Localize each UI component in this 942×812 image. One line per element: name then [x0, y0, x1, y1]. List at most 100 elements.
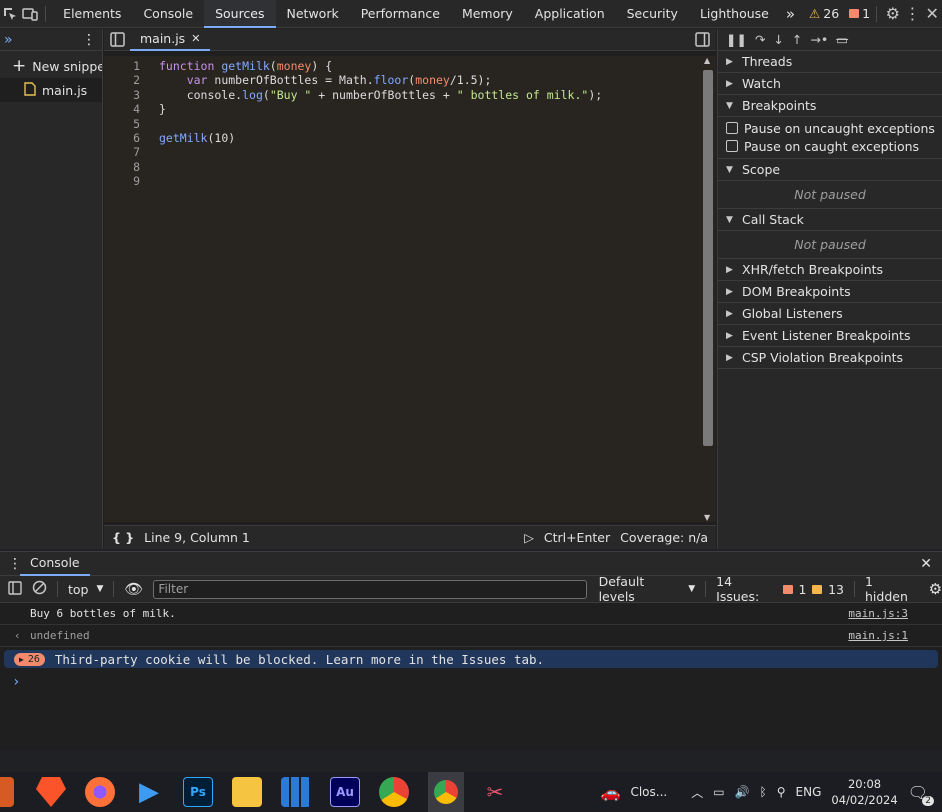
- run-snippet-icon[interactable]: ▷: [524, 530, 534, 545]
- chrome-active-icon[interactable]: [428, 772, 464, 812]
- code-line[interactable]: 4}: [104, 102, 700, 116]
- console-prompt[interactable]: ›: [0, 671, 942, 693]
- more-panels-chevron-icon[interactable]: »: [4, 32, 13, 48]
- settings-gear-icon[interactable]: ⚙: [883, 1, 903, 27]
- photoshop-icon[interactable]: Ps: [183, 777, 213, 807]
- tab-lighthouse[interactable]: Lighthouse: [689, 0, 780, 28]
- line-number[interactable]: 7: [104, 145, 144, 159]
- snippet-file-item[interactable]: main.js: [0, 78, 102, 102]
- code-line[interactable]: 7: [104, 145, 700, 159]
- closing-app-indicator[interactable]: 🚗 Clos...: [601, 783, 668, 802]
- drawer-menu-icon[interactable]: ⋮: [8, 556, 22, 572]
- line-number[interactable]: 3: [104, 88, 144, 102]
- brave-browser-icon[interactable]: [36, 777, 66, 807]
- tab-network[interactable]: Network: [276, 0, 350, 28]
- drawer-tab-console[interactable]: Console: [20, 552, 90, 576]
- debugger-section-header[interactable]: ▶ DOM Breakpoints: [718, 281, 942, 303]
- console-filter-input[interactable]: [153, 579, 587, 599]
- tab-security[interactable]: Security: [616, 0, 689, 28]
- tab-elements[interactable]: Elements: [52, 0, 132, 28]
- live-expression-eye-icon[interactable]: 👁: [124, 580, 143, 598]
- issue-message[interactable]: ▶ 26 Third-party cookie will be blocked.…: [4, 650, 938, 668]
- call-stack-section-header[interactable]: ▼ Call Stack: [718, 209, 942, 231]
- code-line[interactable]: 6 getMilk(10): [104, 131, 700, 145]
- toggle-navigator-icon[interactable]: [110, 32, 125, 50]
- step-over-icon[interactable]: ↷: [755, 32, 765, 47]
- pretty-print-icon[interactable]: { }: [112, 530, 134, 545]
- line-number[interactable]: 1: [104, 59, 144, 73]
- scroll-up-arrow-icon[interactable]: ▲: [704, 56, 710, 65]
- tab-memory[interactable]: Memory: [451, 0, 524, 28]
- source-link[interactable]: main.js:3: [848, 607, 908, 620]
- editor-scrollbar[interactable]: ▲ ▼: [700, 56, 716, 522]
- pause-uncaught-row[interactable]: Pause on uncaught exceptions: [718, 119, 942, 137]
- toggle-debugger-icon[interactable]: [695, 32, 710, 50]
- debugger-section-header[interactable]: ▶ CSP Violation Breakpoints: [718, 347, 942, 369]
- code-area[interactable]: 1 function getMilk(money) {2 var numberOf…: [104, 56, 700, 522]
- code-line[interactable]: 5: [104, 117, 700, 131]
- notifications-icon[interactable]: 🗨 2: [908, 783, 934, 806]
- battery-icon[interactable]: ▭: [713, 785, 724, 799]
- pause-uncaught-checkbox[interactable]: [726, 122, 738, 134]
- pause-caught-row[interactable]: Pause on caught exceptions: [718, 137, 942, 155]
- inspect-element-icon[interactable]: [0, 1, 20, 27]
- code-line[interactable]: 2 var numberOfBottles = Math.floor(money…: [104, 73, 700, 87]
- breakpoints-section-header[interactable]: ▼ Breakpoints: [718, 95, 942, 117]
- debugger-section-header[interactable]: ▶ Event Listener Breakpoints: [718, 325, 942, 347]
- clear-console-icon[interactable]: [32, 580, 47, 598]
- editor-file-tab[interactable]: main.js ✕: [130, 29, 211, 51]
- scroll-thumb[interactable]: [703, 70, 713, 446]
- console-settings-gear-icon[interactable]: ⚙: [929, 580, 942, 598]
- snipping-tool-icon[interactable]: ✂: [480, 777, 510, 807]
- audition-icon[interactable]: Au: [330, 777, 360, 807]
- code-line[interactable]: 3 console.log("Buy " + numberOfBottles +…: [104, 88, 700, 102]
- more-tabs-button[interactable]: »: [780, 0, 801, 28]
- debugger-section-header[interactable]: ▶ Global Listeners: [718, 303, 942, 325]
- issue-count-pill[interactable]: ▶ 26: [14, 652, 45, 666]
- source-link[interactable]: main.js:1: [848, 629, 908, 642]
- threads-section-header[interactable]: ▶ Threads: [718, 51, 942, 73]
- log-levels-dropdown[interactable]: Default levels ▼: [599, 574, 696, 604]
- volume-icon[interactable]: 🔊: [735, 785, 750, 799]
- line-number[interactable]: 4: [104, 102, 144, 116]
- debugger-section-header[interactable]: ▶ XHR/fetch Breakpoints: [718, 259, 942, 281]
- close-drawer-icon[interactable]: ✕: [920, 556, 932, 572]
- language-indicator[interactable]: ENG: [796, 785, 822, 799]
- line-number[interactable]: 9: [104, 174, 144, 188]
- grid-app-icon[interactable]: [281, 777, 311, 807]
- issues-counter[interactable]: 14 Issues: 1 13: [716, 574, 844, 604]
- tray-overflow-chevron-icon[interactable]: ︿: [691, 784, 703, 801]
- line-number[interactable]: 8: [104, 160, 144, 174]
- close-devtools-icon[interactable]: ✕: [922, 1, 942, 27]
- navigator-menu-icon[interactable]: ⋮: [82, 32, 96, 48]
- code-line[interactable]: 9: [104, 174, 700, 188]
- deactivate-breakpoints-icon[interactable]: ▭: [836, 32, 848, 47]
- step-icon[interactable]: →•: [810, 32, 828, 47]
- pause-icon[interactable]: ❚❚: [726, 32, 747, 47]
- tab-console[interactable]: Console: [132, 0, 204, 28]
- tab-application[interactable]: Application: [524, 0, 616, 28]
- code-line[interactable]: 8: [104, 160, 700, 174]
- warnings-badge[interactable]: ⚠ 26: [809, 6, 839, 21]
- line-number[interactable]: 6: [104, 131, 144, 145]
- step-out-icon[interactable]: ↑: [792, 32, 802, 47]
- clock[interactable]: 20:08 04/02/2024: [831, 776, 897, 808]
- errors-badge[interactable]: 1: [849, 6, 870, 21]
- bluetooth-icon[interactable]: ᛒ: [760, 785, 767, 799]
- scroll-down-arrow-icon[interactable]: ▼: [704, 513, 710, 522]
- scope-section-header[interactable]: ▼ Scope: [718, 159, 942, 181]
- network-icon[interactable]: ⚲: [777, 785, 786, 799]
- play-store-icon[interactable]: ▶: [134, 777, 164, 807]
- close-tab-icon[interactable]: ✕: [191, 32, 200, 45]
- tab-sources[interactable]: Sources: [204, 0, 276, 28]
- pause-caught-checkbox[interactable]: [726, 140, 738, 152]
- step-into-icon[interactable]: ↓: [773, 32, 783, 47]
- console-sidebar-icon[interactable]: [8, 580, 22, 598]
- watch-section-header[interactable]: ▶ Watch: [718, 73, 942, 95]
- file-explorer-icon[interactable]: [232, 777, 262, 807]
- firefox-icon[interactable]: [85, 777, 115, 807]
- taskbar-app-icon[interactable]: [0, 777, 14, 807]
- device-toolbar-icon[interactable]: [20, 1, 40, 27]
- new-snippet-button[interactable]: + New snippet: [0, 54, 102, 78]
- line-number[interactable]: 2: [104, 73, 144, 87]
